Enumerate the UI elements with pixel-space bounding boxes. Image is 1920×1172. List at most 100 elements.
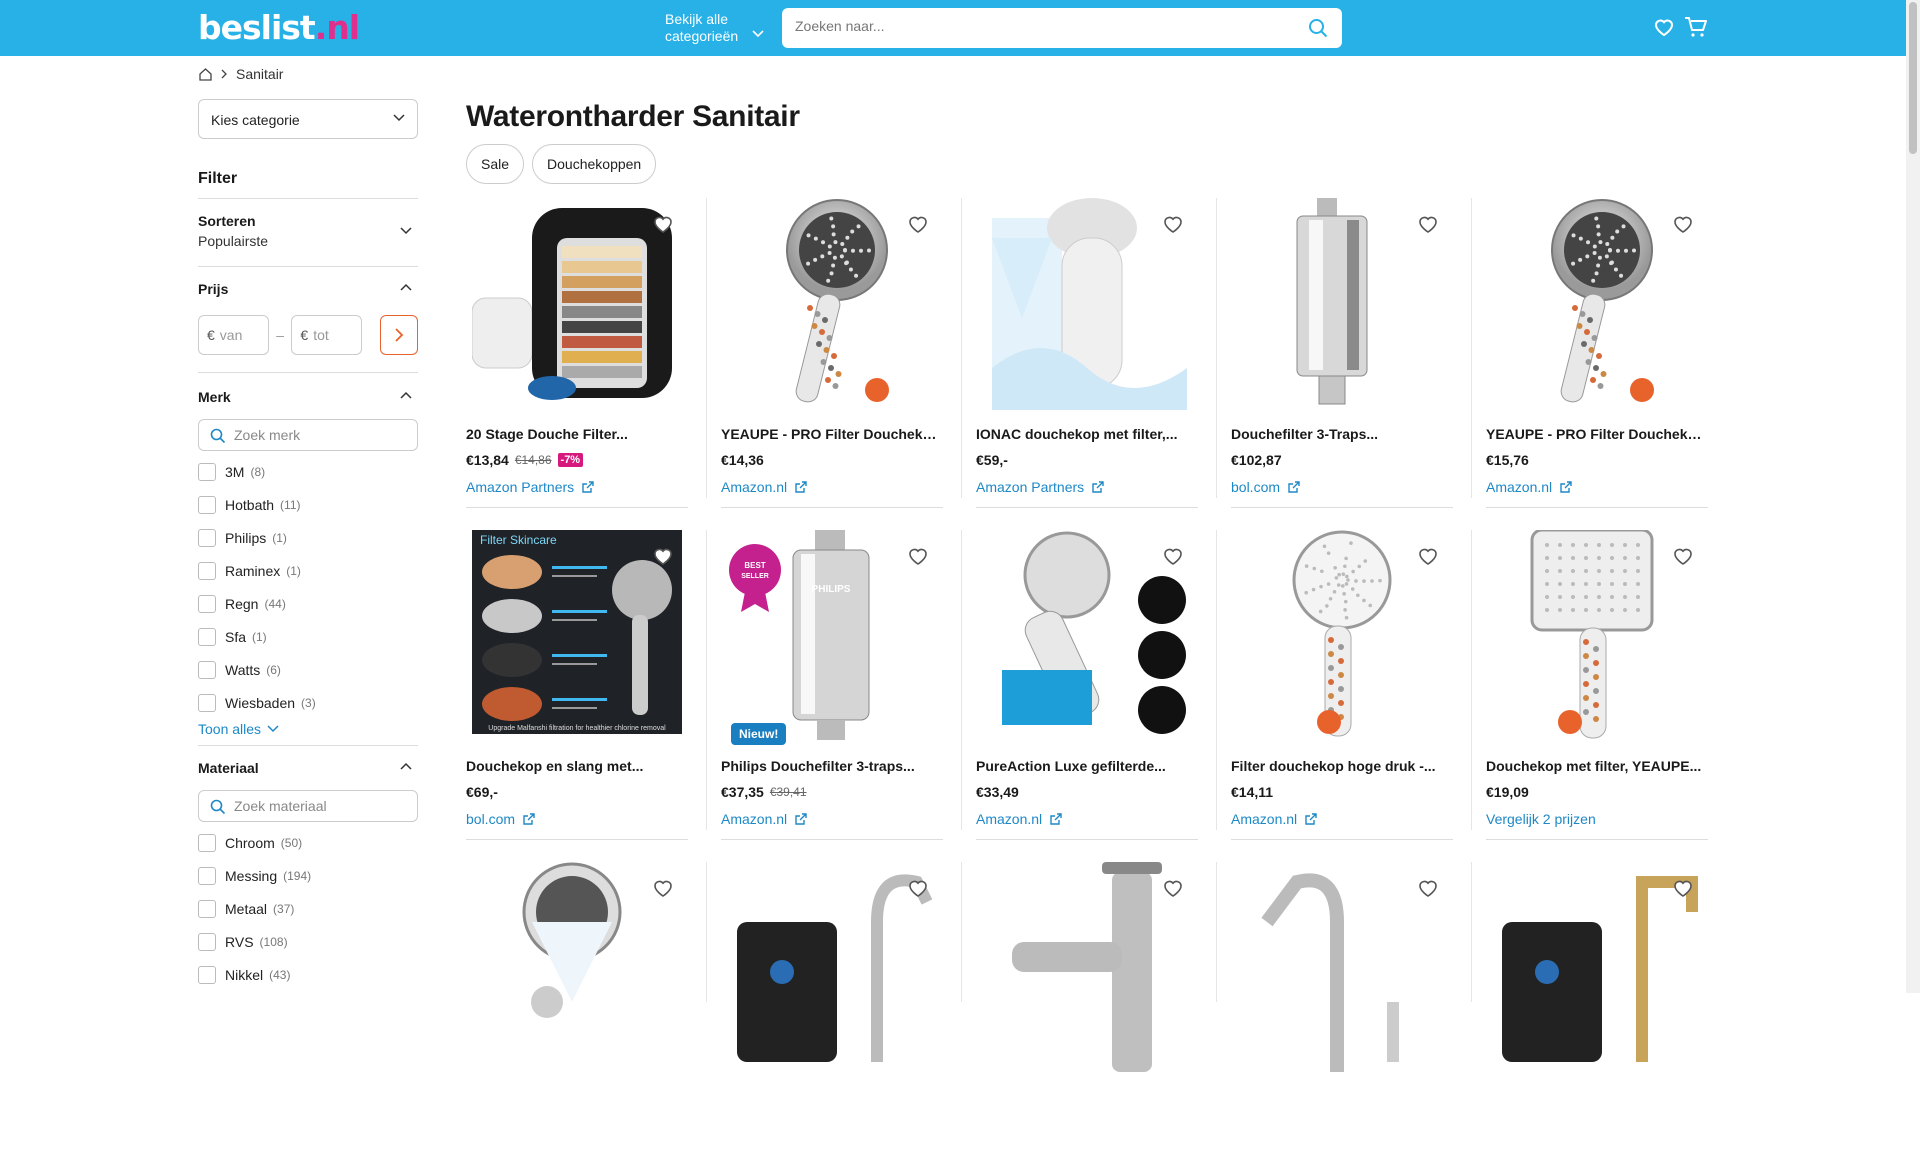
cart-icon[interactable] [1684,16,1708,38]
heart-icon[interactable] [1672,878,1694,898]
price-submit-button[interactable] [380,315,418,355]
product-image[interactable] [982,530,1192,742]
filter-option[interactable]: Messing (194) [198,859,418,892]
heart-icon[interactable] [907,878,929,898]
filter-option[interactable]: Nikkel (43) [198,958,418,991]
product-name[interactable]: YEAUPE - PRO Filter Douchekop -... [721,426,943,442]
product-card[interactable]: Filter douchekop hoge druk -... €14,11 Ama… [1231,530,1453,840]
product-image[interactable] [727,198,937,410]
shop-link[interactable]: Amazon Partners [976,479,1104,495]
product-card[interactable]: Douchefilter 3-Traps... €102,87 bol.com [1231,198,1453,508]
heart-icon[interactable] [1162,546,1184,566]
shop-link[interactable]: Amazon.nl [976,811,1062,827]
shop-link[interactable]: Amazon.nl [721,811,807,827]
home-icon[interactable] [198,67,213,82]
product-image[interactable] [472,862,682,1074]
product-image[interactable] [1237,862,1447,1074]
checkbox[interactable] [198,462,216,481]
filter-option[interactable]: RVS (108) [198,925,418,958]
product-card[interactable]: Filter Skincare Upgrade Malfanshi filtra… [466,530,688,840]
search-icon[interactable] [1308,18,1328,38]
product-image[interactable] [727,862,937,1074]
search-input[interactable] [795,18,1295,34]
shop-link[interactable]: Amazon.nl [721,479,807,495]
heart-icon[interactable] [1672,214,1694,234]
checkbox[interactable] [198,965,216,984]
logo[interactable]: beslist.nl [198,8,360,47]
checkbox[interactable] [198,561,216,580]
shop-link[interactable]: Vergelijk 2 prijzen [1486,811,1596,827]
heart-icon[interactable] [1653,17,1675,37]
checkbox[interactable] [198,932,216,951]
product-name[interactable]: Filter douchekop hoge druk -... [1231,758,1453,774]
product-image[interactable]: Filter Skincare Upgrade Malfanshi filtra… [472,530,682,742]
material-search-input[interactable]: Zoek materiaal [198,790,418,822]
checkbox[interactable] [198,627,216,646]
shop-link[interactable]: Amazon.nl [1486,479,1572,495]
product-image[interactable] [1237,530,1447,742]
heart-icon[interactable] [1162,878,1184,898]
price-to-input[interactable]: € tot [291,315,363,355]
checkbox[interactable] [198,528,216,547]
product-image[interactable] [982,862,1192,1074]
scrollbar-thumb[interactable] [1909,2,1917,154]
filter-option[interactable]: 3M (8) [198,455,418,488]
checkbox[interactable] [198,660,216,679]
product-image[interactable] [1492,198,1702,410]
product-image[interactable] [982,198,1192,410]
breadcrumb-current[interactable]: Sanitair [236,66,283,82]
product-name[interactable]: Douchekop en slang met... [466,758,688,774]
brand-label[interactable]: Merk [198,389,418,405]
heart-icon[interactable] [652,878,674,898]
product-name[interactable]: PureAction Luxe gefilterde... [976,758,1198,774]
checkbox[interactable] [198,899,216,918]
product-image[interactable]: BEST SELLER PHILIPS [727,530,937,742]
filter-option[interactable]: Wiesbaden (3) [198,686,418,719]
chip-sale[interactable]: Sale [466,144,525,184]
product-card[interactable]: Douchekop met filter, YEAUPE... €19,09 Ver… [1486,530,1708,840]
product-card[interactable] [466,862,688,1172]
filter-option[interactable]: Metaal (37) [198,892,418,925]
checkbox[interactable] [198,693,216,712]
product-card[interactable]: YEAUPE - PRO Filter Douchekop -... €14,36… [721,198,943,508]
price-from-input[interactable]: € van [198,315,269,355]
product-card[interactable] [721,862,943,1172]
filter-option[interactable]: Raminex (1) [198,554,418,587]
product-name[interactable]: Philips Douchefilter 3-traps... [721,758,943,774]
heart-icon[interactable] [652,214,674,234]
brand-search-input[interactable]: Zoek merk [198,419,418,451]
shop-link[interactable]: Amazon.nl [1231,811,1317,827]
product-name[interactable]: YEAUPE - PRO Filter Douchekop -... [1486,426,1708,442]
product-card[interactable]: YEAUPE - PRO Filter Douchekop -... €15,76… [1486,198,1708,508]
product-card[interactable]: BEST SELLER PHILIPS Nieuw! Philips Douche… [721,530,943,840]
product-name[interactable]: Douchekop met filter, YEAUPE... [1486,758,1708,774]
product-image[interactable] [1492,862,1702,1074]
filter-option[interactable]: Philips (1) [198,521,418,554]
filter-option[interactable]: Chroom (50) [198,826,418,859]
product-card[interactable]: IONAC douchekop met filter,... €59,- Amazo… [976,198,1198,508]
price-label[interactable]: Prijs [198,281,418,297]
checkbox[interactable] [198,866,216,885]
chip-douchekoppen[interactable]: Douchekoppen [532,144,657,184]
product-card[interactable]: PureAction Luxe gefilterde... €33,49 Amazo… [976,530,1198,840]
checkbox[interactable] [198,495,216,514]
checkbox[interactable] [198,594,216,613]
heart-icon[interactable] [907,546,929,566]
sort-section[interactable]: Sorteren Populairste [198,199,418,267]
scrollbar[interactable] [1906,0,1920,993]
product-image[interactable] [1237,198,1447,410]
product-card[interactable] [1231,862,1453,1172]
heart-icon[interactable] [907,214,929,234]
checkbox[interactable] [198,833,216,852]
product-card[interactable] [976,862,1198,1172]
material-label[interactable]: Materiaal [198,760,418,776]
shop-link[interactable]: bol.com [466,811,535,827]
heart-icon[interactable] [1672,546,1694,566]
filter-option[interactable]: Watts (6) [198,653,418,686]
heart-icon[interactable] [652,546,674,566]
product-name[interactable]: 20 Stage Douche Filter... [466,426,688,442]
filter-option[interactable]: Regn (44) [198,587,418,620]
product-card[interactable]: 20 Stage Douche Filter... €13,84 €14,86 -7%… [466,198,688,508]
shop-link[interactable]: bol.com [1231,479,1300,495]
product-name[interactable]: Douchefilter 3-Traps... [1231,426,1453,442]
